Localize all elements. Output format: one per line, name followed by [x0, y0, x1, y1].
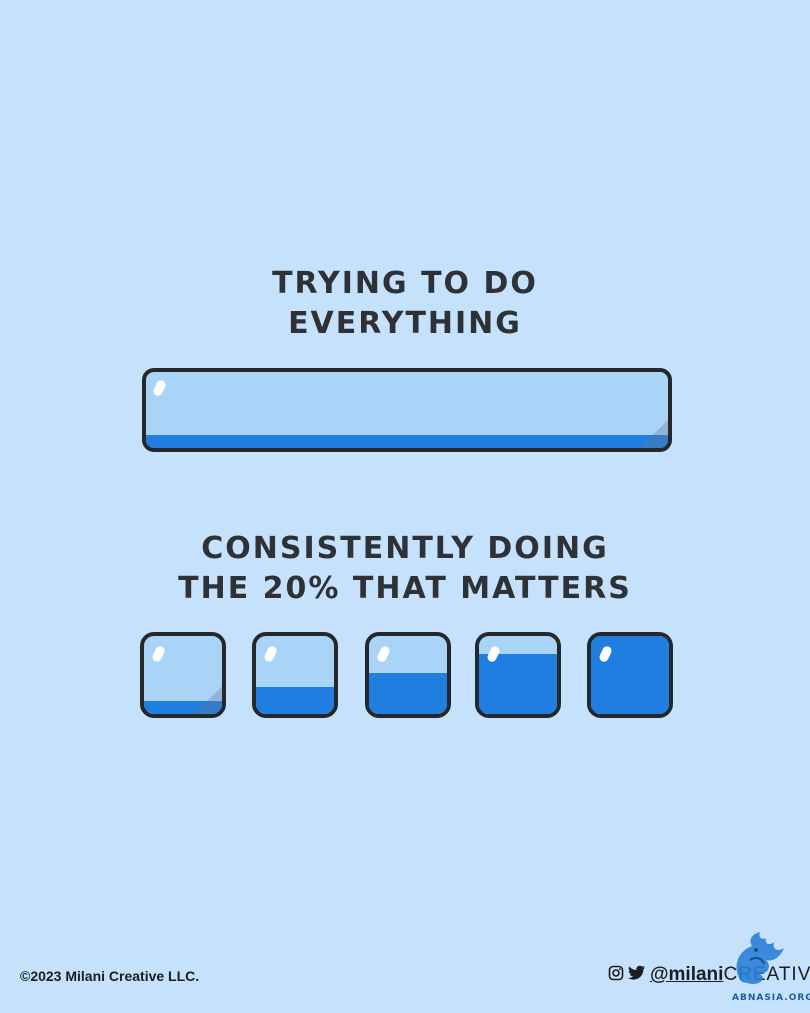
- progress-square: [587, 632, 673, 718]
- heading-line: TRYING TO DO: [272, 266, 538, 301]
- square-fill: [256, 686, 334, 714]
- square-fill: [479, 653, 557, 714]
- heading-line: CONSISTENTLY DOING: [201, 531, 609, 566]
- square-fill: [369, 672, 447, 714]
- bird-logo-icon: [722, 930, 792, 994]
- square-fill: [144, 700, 222, 714]
- handle-name: @milani: [650, 964, 724, 985]
- progress-square: [365, 632, 451, 718]
- glare-highlight: [263, 644, 278, 664]
- long-progress-bar: [142, 368, 672, 452]
- heading-consistently-20: CONSISTENTLY DOING THE 20% THAT MATTERS: [0, 529, 810, 609]
- progress-square: [140, 632, 226, 718]
- glare-highlight: [151, 644, 166, 664]
- glare-highlight: [152, 378, 167, 398]
- progress-squares: [140, 632, 673, 718]
- heading-line: EVERYTHING: [288, 306, 522, 341]
- heading-trying-everything: TRYING TO DO EVERYTHING: [0, 264, 810, 344]
- instagram-icon: [608, 965, 624, 986]
- heading-line: THE 20% THAT MATTERS: [178, 571, 632, 606]
- progress-square: [252, 632, 338, 718]
- twitter-icon: [628, 965, 646, 986]
- glare-highlight: [376, 644, 391, 664]
- copyright-text: ©2023 Milani Creative LLC.: [20, 968, 200, 984]
- progress-bar-fill: [146, 435, 668, 448]
- watermark-text: ABNASIA.ORG: [732, 993, 810, 1003]
- progress-square: [475, 632, 561, 718]
